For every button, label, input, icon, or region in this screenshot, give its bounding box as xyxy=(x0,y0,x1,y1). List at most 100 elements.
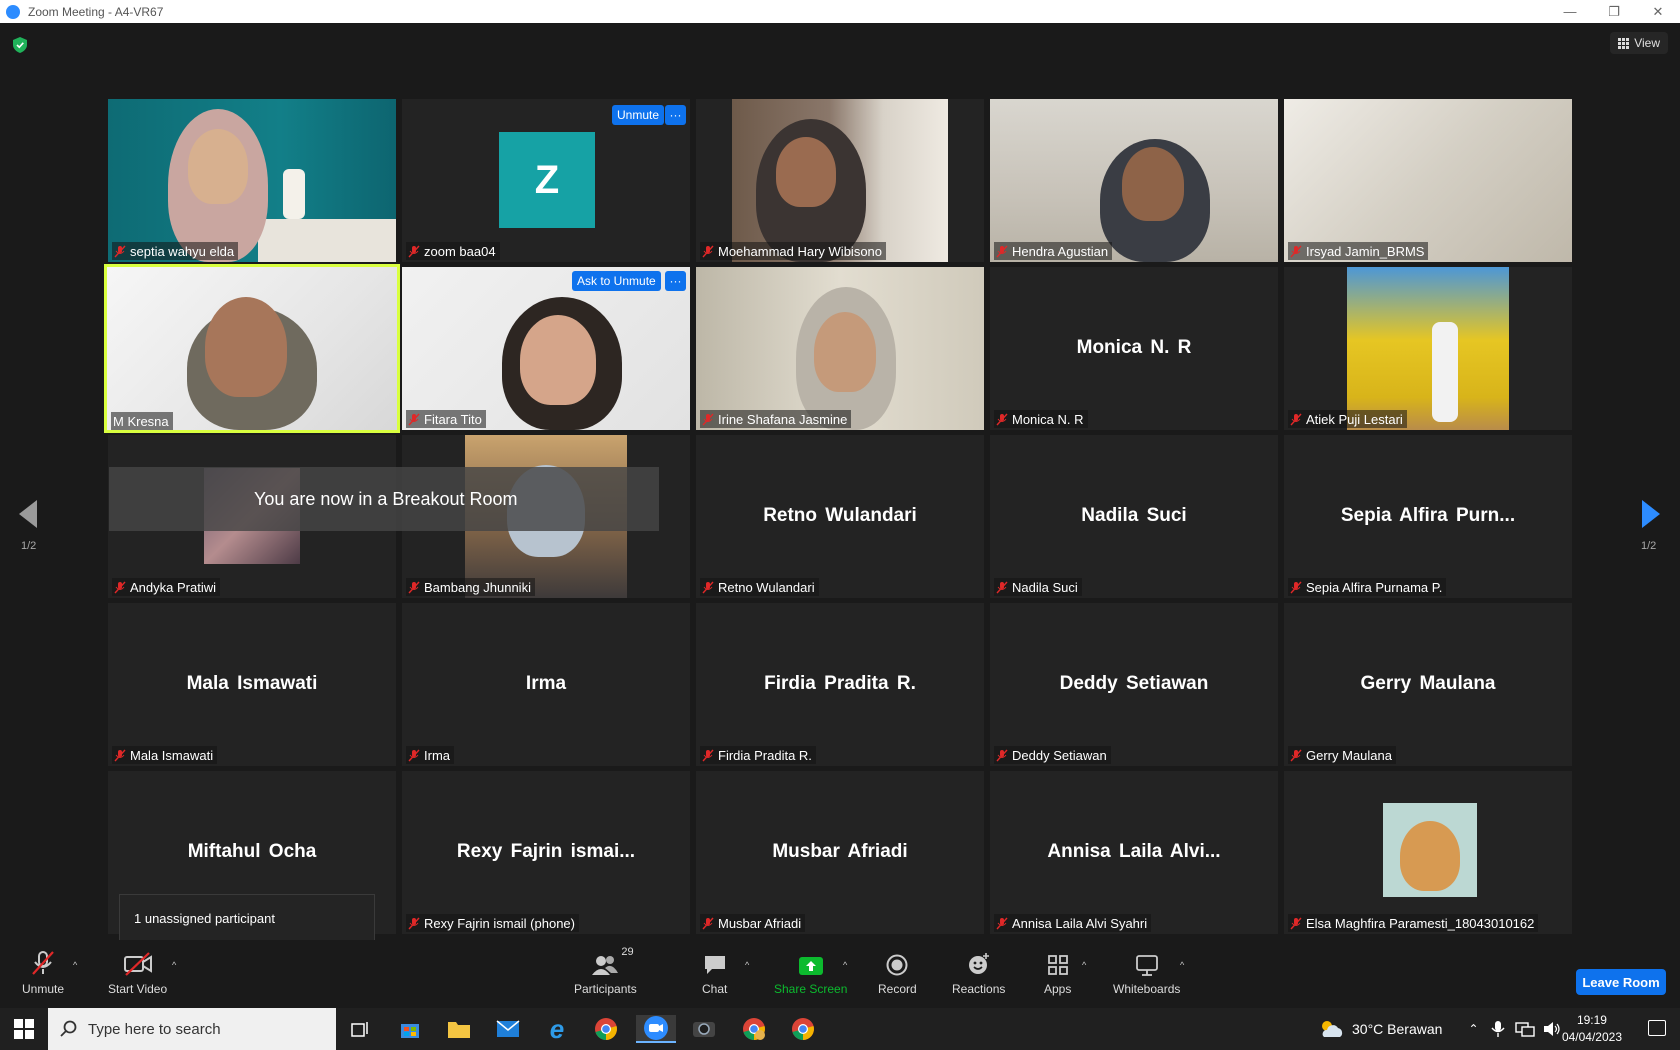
participant-tile-active-speaker[interactable]: M Kresna xyxy=(104,264,400,433)
view-button[interactable]: View xyxy=(1610,32,1668,54)
participant-tile[interactable]: Nadila Suci Nadila Suci xyxy=(990,435,1278,598)
search-placeholder: Type here to search xyxy=(88,1020,221,1038)
participant-tile[interactable]: Annisa Laila Alvi... Annisa Laila Alvi S… xyxy=(990,771,1278,934)
chrome-window-icon[interactable] xyxy=(789,1015,817,1043)
participant-tile[interactable]: Elsa Maghfira Paramesti_18043010162 xyxy=(1284,771,1572,934)
participant-name: Irma xyxy=(424,747,450,763)
person-silhouette xyxy=(1432,322,1458,422)
unmute-request-button[interactable]: Unmute xyxy=(612,105,665,125)
windows-start-icon[interactable] xyxy=(10,1015,38,1043)
window-titlebar: Zoom Meeting - A4-VR67 — ❐ ✕ xyxy=(0,0,1680,23)
show-hidden-icons-chevron-icon[interactable]: ⌃ xyxy=(1468,1022,1478,1036)
participant-tile[interactable]: Mala Ismawati Mala Ismawati xyxy=(108,603,396,766)
start-video-button[interactable]: Start Video xyxy=(108,948,167,996)
participant-display-name: Sepia Alfira Purn... xyxy=(1340,504,1516,526)
participant-name-tag: septia wahyu elda xyxy=(112,242,239,260)
previous-page-arrow-icon[interactable] xyxy=(19,500,37,528)
close-button[interactable]: ✕ xyxy=(1636,0,1680,23)
participant-name-tag: Irsyad Jamin_BRMS xyxy=(1288,242,1429,260)
participant-tile[interactable]: Rexy Fajrin ismai... Rexy Fajrin ismail … xyxy=(402,771,690,934)
whiteboards-button[interactable]: Whiteboards xyxy=(1113,948,1180,996)
unassigned-participant-tooltip[interactable]: 1 unassigned participant xyxy=(119,894,375,951)
window-controls: — ❐ ✕ xyxy=(1548,0,1680,23)
task-view-icon[interactable] xyxy=(347,1015,375,1043)
participant-tile[interactable]: Atiek Puji Lestari xyxy=(1284,267,1572,430)
muted-mic-icon xyxy=(702,581,714,593)
participant-name: Irsyad Jamin_BRMS xyxy=(1306,243,1425,259)
ask-to-unmute-button[interactable]: Ask to Unmute xyxy=(572,271,661,291)
video-options-caret[interactable]: ^ xyxy=(172,960,176,970)
participant-display-name: Monica N. R xyxy=(1076,336,1192,358)
participant-tile[interactable]: septia wahyu elda xyxy=(108,99,396,262)
clock-date: 04/04/2023 xyxy=(1561,1030,1622,1044)
participant-tile[interactable]: Moehammad Hary Wibisono xyxy=(696,99,984,262)
microphone-icon[interactable] xyxy=(1490,1020,1505,1038)
next-page-arrow-icon[interactable] xyxy=(1642,500,1660,528)
share-screen-button[interactable]: Share Screen xyxy=(774,948,847,996)
participants-button[interactable]: 29 Participants xyxy=(574,946,637,996)
minimize-button[interactable]: — xyxy=(1548,0,1592,23)
chat-button[interactable]: Chat xyxy=(702,948,727,996)
internet-explorer-icon[interactable]: e xyxy=(543,1015,571,1043)
share-options-caret[interactable]: ^ xyxy=(843,960,847,970)
weather-cloud-icon[interactable] xyxy=(1318,1019,1344,1039)
mail-app-icon[interactable] xyxy=(494,1015,522,1043)
participant-display-name: Musbar Afriadi xyxy=(772,840,908,862)
zoom-app-icon[interactable] xyxy=(636,1015,676,1043)
camera-app-icon[interactable] xyxy=(690,1015,718,1043)
participant-name-tag: Deddy Setiawan xyxy=(994,746,1111,764)
more-options-button[interactable]: ··· xyxy=(665,105,686,125)
taskbar-clock[interactable]: 19:19 04/04/2023 xyxy=(1562,1012,1622,1046)
muted-mic-icon xyxy=(702,413,714,425)
record-button[interactable]: Record xyxy=(878,948,917,996)
participant-tile[interactable]: Firdia Pradita R. Firdia Pradita R. xyxy=(696,603,984,766)
participant-tile[interactable]: Sepia Alfira Purn... Sepia Alfira Purnam… xyxy=(1284,435,1572,598)
unmute-button[interactable]: Unmute xyxy=(22,948,64,996)
encryption-shield-icon[interactable] xyxy=(13,37,27,53)
participant-tile[interactable]: Retno Wulandari Retno Wulandari xyxy=(696,435,984,598)
store-app-icon[interactable] xyxy=(396,1015,424,1043)
audio-options-caret[interactable]: ^ xyxy=(73,960,77,970)
participant-tile[interactable]: Gerry Maulana Gerry Maulana xyxy=(1284,603,1572,766)
reactions-button[interactable]: Reactions xyxy=(952,948,1005,996)
whiteboard-options-caret[interactable]: ^ xyxy=(1180,960,1184,970)
participant-tile[interactable]: Irsyad Jamin_BRMS xyxy=(1284,99,1572,262)
participant-name-tag: Irma xyxy=(406,746,454,764)
muted-mic-icon xyxy=(1290,245,1302,257)
participant-name: septia wahyu elda xyxy=(130,243,235,259)
participant-tile[interactable]: Z Unmute ··· zoom baa04 xyxy=(402,99,690,262)
meeting-toolbar: Unmute ^ Start Video ^ 29 Participants C… xyxy=(0,940,1680,1008)
participant-tile[interactable]: Musbar Afriadi Musbar Afriadi xyxy=(696,771,984,934)
participant-tile[interactable]: Irma Irma xyxy=(402,603,690,766)
participant-name: Monica N. R xyxy=(1012,411,1084,427)
leave-room-button[interactable]: Leave Room xyxy=(1576,969,1666,995)
apps-options-caret[interactable]: ^ xyxy=(1082,960,1086,970)
network-icon[interactable] xyxy=(1514,1021,1535,1037)
page-indicator-right: 1/2 xyxy=(1641,540,1657,552)
face-shape xyxy=(205,297,287,397)
participant-tile[interactable]: Hendra Agustian xyxy=(990,99,1278,262)
participant-tile[interactable]: Deddy Setiawan Deddy Setiawan xyxy=(990,603,1278,766)
chrome-icon[interactable] xyxy=(592,1015,620,1043)
participant-tile[interactable]: Irine Shafana Jasmine xyxy=(696,267,984,430)
participant-tile[interactable]: Monica N. R Monica N. R xyxy=(990,267,1278,430)
windows-taskbar: Type here to search e 30°C Berawan ⌃ 19:… xyxy=(0,1008,1680,1050)
taskbar-search-input[interactable]: Type here to search xyxy=(48,1008,336,1050)
participant-name-tag: Monica N. R xyxy=(994,410,1088,428)
chat-options-caret[interactable]: ^ xyxy=(745,960,749,970)
file-explorer-icon[interactable] xyxy=(445,1015,473,1043)
muted-mic-icon xyxy=(1290,917,1302,929)
chrome-profile-icon[interactable] xyxy=(740,1015,768,1043)
participant-tile[interactable]: Ask to Unmute ··· Fitara Tito xyxy=(402,267,690,430)
participant-name-tag: zoom baa04 xyxy=(406,242,500,260)
restore-button[interactable]: ❐ xyxy=(1592,0,1636,23)
more-options-button[interactable]: ··· xyxy=(665,271,686,291)
muted-mic-icon xyxy=(702,917,714,929)
notifications-icon[interactable] xyxy=(1648,1020,1666,1036)
volume-icon[interactable] xyxy=(1543,1021,1561,1037)
weather-text[interactable]: 30°C Berawan xyxy=(1352,1021,1442,1037)
table-shape xyxy=(258,219,396,262)
participant-name: Elsa Maghfira Paramesti_18043010162 xyxy=(1306,915,1535,931)
clock-time: 19:19 xyxy=(1576,1013,1607,1027)
apps-button[interactable]: Apps xyxy=(1044,948,1071,996)
